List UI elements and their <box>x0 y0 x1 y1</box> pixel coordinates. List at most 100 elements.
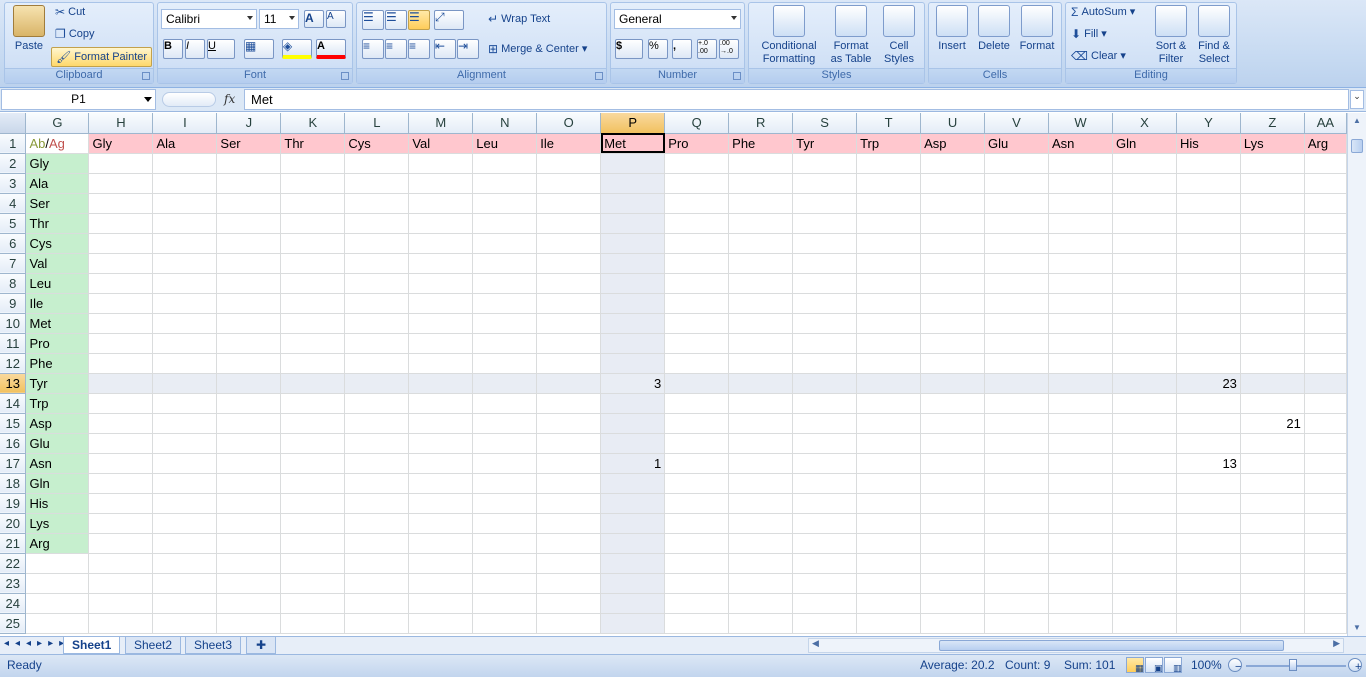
cell-x12[interactable] <box>1112 353 1177 374</box>
cell-z21[interactable] <box>1240 533 1305 554</box>
cell-l8[interactable] <box>344 273 410 294</box>
cell-j19[interactable] <box>216 493 282 514</box>
cell-v6[interactable] <box>984 233 1049 254</box>
cell-u21[interactable] <box>920 533 986 554</box>
cell-p13[interactable]: 3 <box>600 373 666 394</box>
cell-g14[interactable]: Trp <box>25 393 90 414</box>
cell-p3[interactable] <box>600 173 666 194</box>
cell-u13[interactable] <box>920 373 986 394</box>
cell-u14[interactable] <box>920 393 986 414</box>
cell-m22[interactable] <box>408 553 474 574</box>
find-select-button[interactable]: Find & Select <box>1192 5 1236 66</box>
cell-q11[interactable] <box>664 333 730 354</box>
cell-x18[interactable] <box>1112 473 1177 494</box>
row-header-8[interactable]: 8 <box>0 273 27 294</box>
insert-sheet-button[interactable]: ✚ <box>246 637 276 654</box>
cell-o24[interactable] <box>536 593 602 614</box>
cell-k22[interactable] <box>280 553 346 574</box>
cell-l19[interactable] <box>344 493 410 514</box>
cell-z13[interactable] <box>1240 373 1305 394</box>
cell-r19[interactable] <box>728 493 794 514</box>
cell-g7[interactable]: Val <box>25 253 90 274</box>
cell-t19[interactable] <box>856 493 922 514</box>
cell-q5[interactable] <box>664 213 730 234</box>
cell-g17[interactable]: Asn <box>25 453 90 474</box>
cell-r15[interactable] <box>728 413 794 434</box>
formula-input[interactable]: Met <box>244 89 1349 110</box>
cell-s9[interactable] <box>792 293 858 314</box>
cell-t24[interactable] <box>856 593 922 614</box>
cell-k14[interactable] <box>280 393 346 414</box>
sheet-tab-sheet1[interactable]: Sheet1 <box>63 637 121 654</box>
cell-z25[interactable] <box>1240 613 1305 634</box>
orientation-button[interactable]: ⤢ <box>434 10 464 30</box>
cell-z19[interactable] <box>1240 493 1305 514</box>
cell-k23[interactable] <box>280 573 346 594</box>
align-top-button[interactable]: ☰ <box>362 10 384 30</box>
cell-j5[interactable] <box>216 213 282 234</box>
cell-j12[interactable] <box>216 353 282 374</box>
row-header-3[interactable]: 3 <box>0 173 27 194</box>
cell-v11[interactable] <box>984 333 1049 354</box>
cell-h21[interactable] <box>88 533 154 554</box>
cell-p25[interactable] <box>600 613 666 634</box>
row-header-21[interactable]: 21 <box>0 533 27 554</box>
cell-z5[interactable] <box>1240 213 1305 234</box>
cell-x8[interactable] <box>1112 273 1177 294</box>
insert-function-button[interactable]: fx <box>224 92 235 106</box>
cell-x14[interactable] <box>1112 393 1177 414</box>
cell-h22[interactable] <box>88 553 154 574</box>
cell-x3[interactable] <box>1112 173 1177 194</box>
cell-o5[interactable] <box>536 213 602 234</box>
cell-i13[interactable] <box>152 373 218 394</box>
row-header-24[interactable]: 24 <box>0 593 27 614</box>
sheet-tab-sheet3[interactable]: Sheet3 <box>185 637 242 654</box>
cell-aa1[interactable]: Arg <box>1304 133 1347 154</box>
cell-u25[interactable] <box>920 613 986 634</box>
cell-k1[interactable]: Thr <box>280 133 346 154</box>
cell-p12[interactable] <box>600 353 666 374</box>
scroll-down-icon[interactable]: ▼ <box>1350 621 1364 635</box>
cell-o19[interactable] <box>536 493 602 514</box>
cell-u1[interactable]: Asp <box>920 133 986 154</box>
cell-w20[interactable] <box>1048 513 1113 534</box>
cell-t10[interactable] <box>856 313 922 334</box>
cell-y15[interactable] <box>1176 413 1241 434</box>
cell-l2[interactable] <box>344 153 410 174</box>
cell-s25[interactable] <box>792 613 858 634</box>
cell-r20[interactable] <box>728 513 794 534</box>
cell-q7[interactable] <box>664 253 730 274</box>
column-header-y[interactable]: Y <box>1176 113 1241 134</box>
cell-aa17[interactable] <box>1304 453 1347 474</box>
cell-r16[interactable] <box>728 433 794 454</box>
cell-i21[interactable] <box>152 533 218 554</box>
copy-button[interactable]: ❐ Copy <box>55 28 95 40</box>
cell-s15[interactable] <box>792 413 858 434</box>
cell-n12[interactable] <box>472 353 538 374</box>
cell-aa7[interactable] <box>1304 253 1347 274</box>
cell-m23[interactable] <box>408 573 474 594</box>
cell-p20[interactable] <box>600 513 666 534</box>
cell-l6[interactable] <box>344 233 410 254</box>
cell-w10[interactable] <box>1048 313 1113 334</box>
cell-t8[interactable] <box>856 273 922 294</box>
cell-w24[interactable] <box>1048 593 1113 614</box>
cell-w25[interactable] <box>1048 613 1113 634</box>
cell-o4[interactable] <box>536 193 602 214</box>
cell-t12[interactable] <box>856 353 922 374</box>
cell-z18[interactable] <box>1240 473 1305 494</box>
format-painter-button[interactable]: 🖌 Format Painter <box>51 47 153 67</box>
cell-v8[interactable] <box>984 273 1049 294</box>
cell-h12[interactable] <box>88 353 154 374</box>
cell-x1[interactable]: Gln <box>1112 133 1177 154</box>
cell-u4[interactable] <box>920 193 986 214</box>
currency-button[interactable]: $ <box>615 39 643 59</box>
cell-p24[interactable] <box>600 593 666 614</box>
cell-s20[interactable] <box>792 513 858 534</box>
cell-p9[interactable] <box>600 293 666 314</box>
cell-x24[interactable] <box>1112 593 1177 614</box>
cell-k11[interactable] <box>280 333 346 354</box>
row-header-1[interactable]: 1 <box>0 133 27 154</box>
cell-m13[interactable] <box>408 373 474 394</box>
cell-w12[interactable] <box>1048 353 1113 374</box>
